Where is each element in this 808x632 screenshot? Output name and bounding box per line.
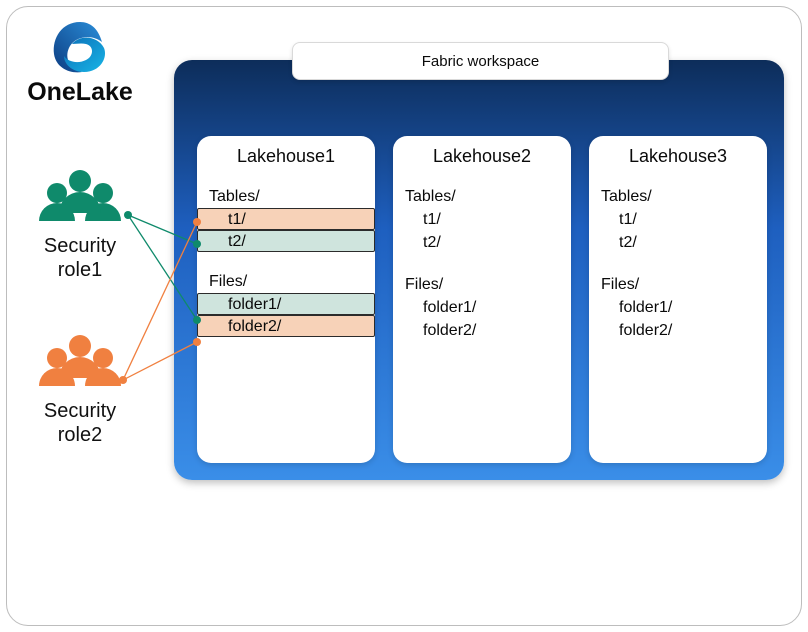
- role2-label-line2: role2: [58, 424, 102, 446]
- table-t2: t2/: [197, 230, 375, 252]
- role1-label-line2: role1: [58, 259, 102, 281]
- table-t1: t1/: [589, 208, 767, 231]
- folder-1: folder1/: [393, 296, 571, 319]
- table-t1: t1/: [393, 208, 571, 231]
- workspace-title: Fabric workspace: [292, 42, 669, 80]
- connector-dot: [119, 376, 127, 384]
- folder-1: folder1/: [589, 296, 767, 319]
- files-label: Files/: [589, 273, 767, 296]
- lakehouse-3-title: Lakehouse3: [589, 146, 767, 167]
- security-role-2: Security role2: [15, 330, 145, 447]
- role2-label-line1: Security: [44, 400, 116, 422]
- tables-label: Tables/: [393, 185, 571, 208]
- folder-2: folder2/: [197, 315, 375, 337]
- role1-label-line1: Security: [44, 235, 116, 257]
- onelake-title: OneLake: [20, 78, 140, 107]
- tables-label: Tables/: [197, 185, 375, 208]
- connector-dot: [193, 316, 201, 324]
- connector-dot: [193, 240, 201, 248]
- connector-dot: [124, 211, 132, 219]
- table-t1: t1/: [197, 208, 375, 230]
- lakehouse-2: Lakehouse2 Tables/ t1/ t2/ Files/ folder…: [393, 136, 571, 463]
- lakehouse-1-title: Lakehouse1: [197, 146, 375, 167]
- lakehouse-1: Lakehouse1 Tables/ t1/ t2/ Files/ folder…: [197, 136, 375, 463]
- lakehouse-2-title: Lakehouse2: [393, 146, 571, 167]
- folder-2: folder2/: [589, 319, 767, 342]
- files-label: Files/: [393, 273, 571, 296]
- security-role-1: Security role1: [15, 165, 145, 282]
- folder-2: folder2/: [393, 319, 571, 342]
- table-t2: t2/: [589, 231, 767, 254]
- connector-dot: [193, 218, 201, 226]
- files-label: Files/: [197, 270, 375, 293]
- tables-label: Tables/: [589, 185, 767, 208]
- folder-1: folder1/: [197, 293, 375, 315]
- onelake-logo: [50, 20, 110, 75]
- lakehouse-3: Lakehouse3 Tables/ t1/ t2/ Files/ folder…: [589, 136, 767, 463]
- table-t2: t2/: [393, 231, 571, 254]
- connector-dot: [193, 338, 201, 346]
- diagram-canvas: OneLake Security role1 Security role2: [0, 0, 808, 632]
